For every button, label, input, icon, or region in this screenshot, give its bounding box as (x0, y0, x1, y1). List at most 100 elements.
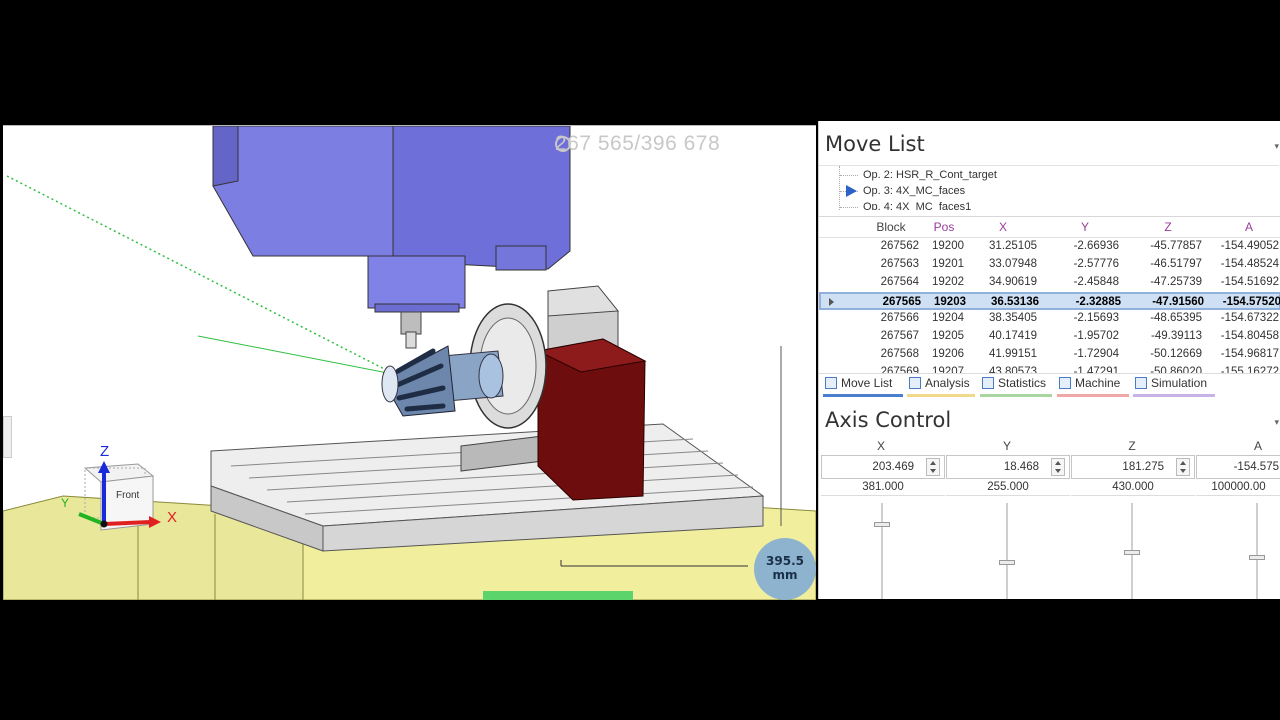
machine-tab-icon (1059, 377, 1071, 389)
column-header-block[interactable]: Block (863, 220, 919, 234)
move-list-table[interactable]: Block Pos X Y Z A 267562 19200 31.25105 -2.… (819, 216, 1280, 373)
tab-label: Machine (1075, 376, 1121, 390)
axis-z-spin-icon[interactable] (1176, 458, 1190, 476)
table-cell: -2.45848 (1073, 276, 1119, 288)
tab-label: Move List (841, 376, 893, 390)
axis-y-value[interactable]: 18.468 (1004, 461, 1039, 473)
panel-tabs: Move List Analysis Statistics Machine Si… (819, 373, 1280, 398)
axis-z-limit: 430.000 (1071, 481, 1195, 496)
table-cell: 43.80573 (989, 366, 1037, 373)
axis-label-z: Z (100, 443, 110, 460)
table-cell: 19203 (934, 296, 966, 308)
axis-slider-track[interactable] (1006, 503, 1008, 599)
table-row[interactable]: 267564 19202 34.90619 -2.45848 -47.25739 -154… (819, 274, 1280, 292)
column-header-a[interactable]: A (1217, 220, 1280, 234)
table-cell: -155.16272 (1220, 366, 1279, 373)
table-cell: 267563 (880, 258, 919, 270)
axis-slider-thumb[interactable] (1124, 550, 1140, 555)
axis-y-limit: 255.000 (946, 481, 1070, 496)
block-counter: 267 565/396 678 (555, 132, 721, 155)
table-header: Block Pos X Y Z A (819, 217, 1280, 238)
tab-analysis[interactable]: Analysis (907, 376, 975, 397)
axis-z-value[interactable]: 181.275 (1122, 461, 1164, 473)
table-cell: 267565 (882, 296, 921, 308)
tab-underline (823, 394, 903, 397)
table-cell: -47.91560 (1152, 296, 1204, 308)
axis-control-title: Axis Control (825, 408, 952, 432)
table-row[interactable]: 267563 19201 33.07948 -2.57776 -46.51797 -154… (819, 256, 1280, 274)
axis-y-stepper[interactable]: 18.468 (946, 455, 1070, 479)
simulation-viewport[interactable]: 267 565/396 678 Z X Y Front 395.5 mm (3, 125, 816, 600)
table-row[interactable]: 267569 19207 43.80573 -1.47291 -50.86020 -155… (819, 364, 1280, 373)
axis-x-spin-icon[interactable] (926, 458, 940, 476)
axis-control-header: X Y Z A (819, 439, 1280, 455)
axis-slider-thumb[interactable] (874, 522, 890, 527)
tab-statistics[interactable]: Statistics (980, 376, 1052, 397)
table-cell: 267567 (880, 330, 919, 342)
table-cell: 33.07948 (989, 258, 1037, 270)
table-cell: 19204 (932, 312, 964, 324)
floor-green-strip (483, 591, 633, 600)
axis-y-spin-icon[interactable] (1051, 458, 1065, 476)
tab-label: Statistics (998, 376, 1047, 390)
table-cell: -47.25739 (1150, 276, 1202, 288)
table-cell: -154.96817 (1220, 348, 1279, 360)
table-row[interactable]: 267566 19204 38.35405 -2.15693 -48.65395 -154… (819, 310, 1280, 328)
table-cell: 31.25105 (989, 240, 1037, 252)
table-cell: 19200 (932, 240, 964, 252)
table-cell: -50.86020 (1150, 366, 1202, 373)
tree-item-op-active[interactable]: Op. 3: 4X_MC_faces (863, 183, 965, 199)
axis-x-stepper[interactable]: 203.469 (821, 455, 945, 479)
tab-move-list[interactable]: Move List (823, 376, 903, 397)
column-header-z[interactable]: Z (1134, 220, 1202, 234)
analysis-tab-icon (909, 377, 921, 389)
axis-a-value[interactable]: -154.575 (1234, 461, 1279, 473)
axis-z-stepper[interactable]: 181.275 (1071, 455, 1195, 479)
table-cell: 19206 (932, 348, 964, 360)
move-list-collapse-icon[interactable]: ▾ (1274, 141, 1279, 152)
table-cell: 267569 (880, 366, 919, 373)
column-header-pos[interactable]: Pos (924, 220, 964, 234)
statistics-tab-icon (982, 377, 994, 389)
table-row-selected[interactable]: 267565 19203 36.53136 -2.32885 -47.91560 -154… (819, 292, 1280, 310)
table-cell: 19207 (932, 366, 964, 373)
tab-simulation[interactable]: Simulation (1133, 376, 1215, 397)
scale-value: 395.5 (766, 554, 804, 568)
axis-x-limit: 381.000 (821, 481, 945, 496)
axis-a-stepper[interactable]: -154.575 (1196, 455, 1280, 479)
tree-item-op[interactable]: Op. 4: 4X_MC_faces1 (863, 199, 971, 210)
tab-underline (1133, 394, 1215, 397)
axis-control-collapse-icon[interactable]: ▾ (1274, 417, 1279, 428)
axis-slider-track[interactable] (881, 503, 883, 599)
scale-indicator: 395.5 mm (754, 538, 816, 600)
table-cell: -154.48524 (1220, 258, 1279, 270)
table-row[interactable]: 267562 19200 31.25105 -2.66936 -45.77857 -154… (819, 238, 1280, 256)
tree-connector (839, 166, 841, 210)
panel-resize-grip[interactable] (3, 416, 12, 458)
tab-machine[interactable]: Machine (1057, 376, 1129, 397)
machine-scene (3, 126, 816, 600)
tab-label: Analysis (925, 376, 970, 390)
table-cell: -154.49052 (1220, 240, 1279, 252)
column-header-y[interactable]: Y (1051, 220, 1119, 234)
axis-slider-thumb[interactable] (999, 560, 1015, 565)
table-cell: 267566 (880, 312, 919, 324)
table-cell: -154.67322 (1220, 312, 1279, 324)
table-row[interactable]: 267567 19205 40.17419 -1.95702 -49.39113 -154… (819, 328, 1280, 346)
table-row[interactable]: 267568 19206 41.99151 -1.72904 -50.12669 -154… (819, 346, 1280, 364)
axis-x-value[interactable]: 203.469 (872, 461, 914, 473)
move-list-tab-icon (825, 377, 837, 389)
tree-item-op[interactable]: Op. 2: HSR_R_Cont_target (863, 167, 997, 183)
feed-path-line (197, 335, 404, 377)
axis-slider-track[interactable] (1256, 503, 1258, 599)
axis-name-x: X (876, 439, 885, 453)
table-cell: -46.51797 (1150, 258, 1202, 270)
view-cube-face-label[interactable]: Front (116, 490, 139, 501)
table-cell: -2.15693 (1073, 312, 1119, 324)
column-header-x[interactable]: X (969, 220, 1037, 234)
table-cell: 19205 (932, 330, 964, 342)
tab-underline (1057, 394, 1129, 397)
axis-slider-thumb[interactable] (1249, 555, 1265, 560)
operation-tree[interactable]: Op. 2: HSR_R_Cont_target Op. 3: 4X_MC_fa… (819, 165, 1279, 210)
row-indicator-icon (829, 298, 834, 306)
